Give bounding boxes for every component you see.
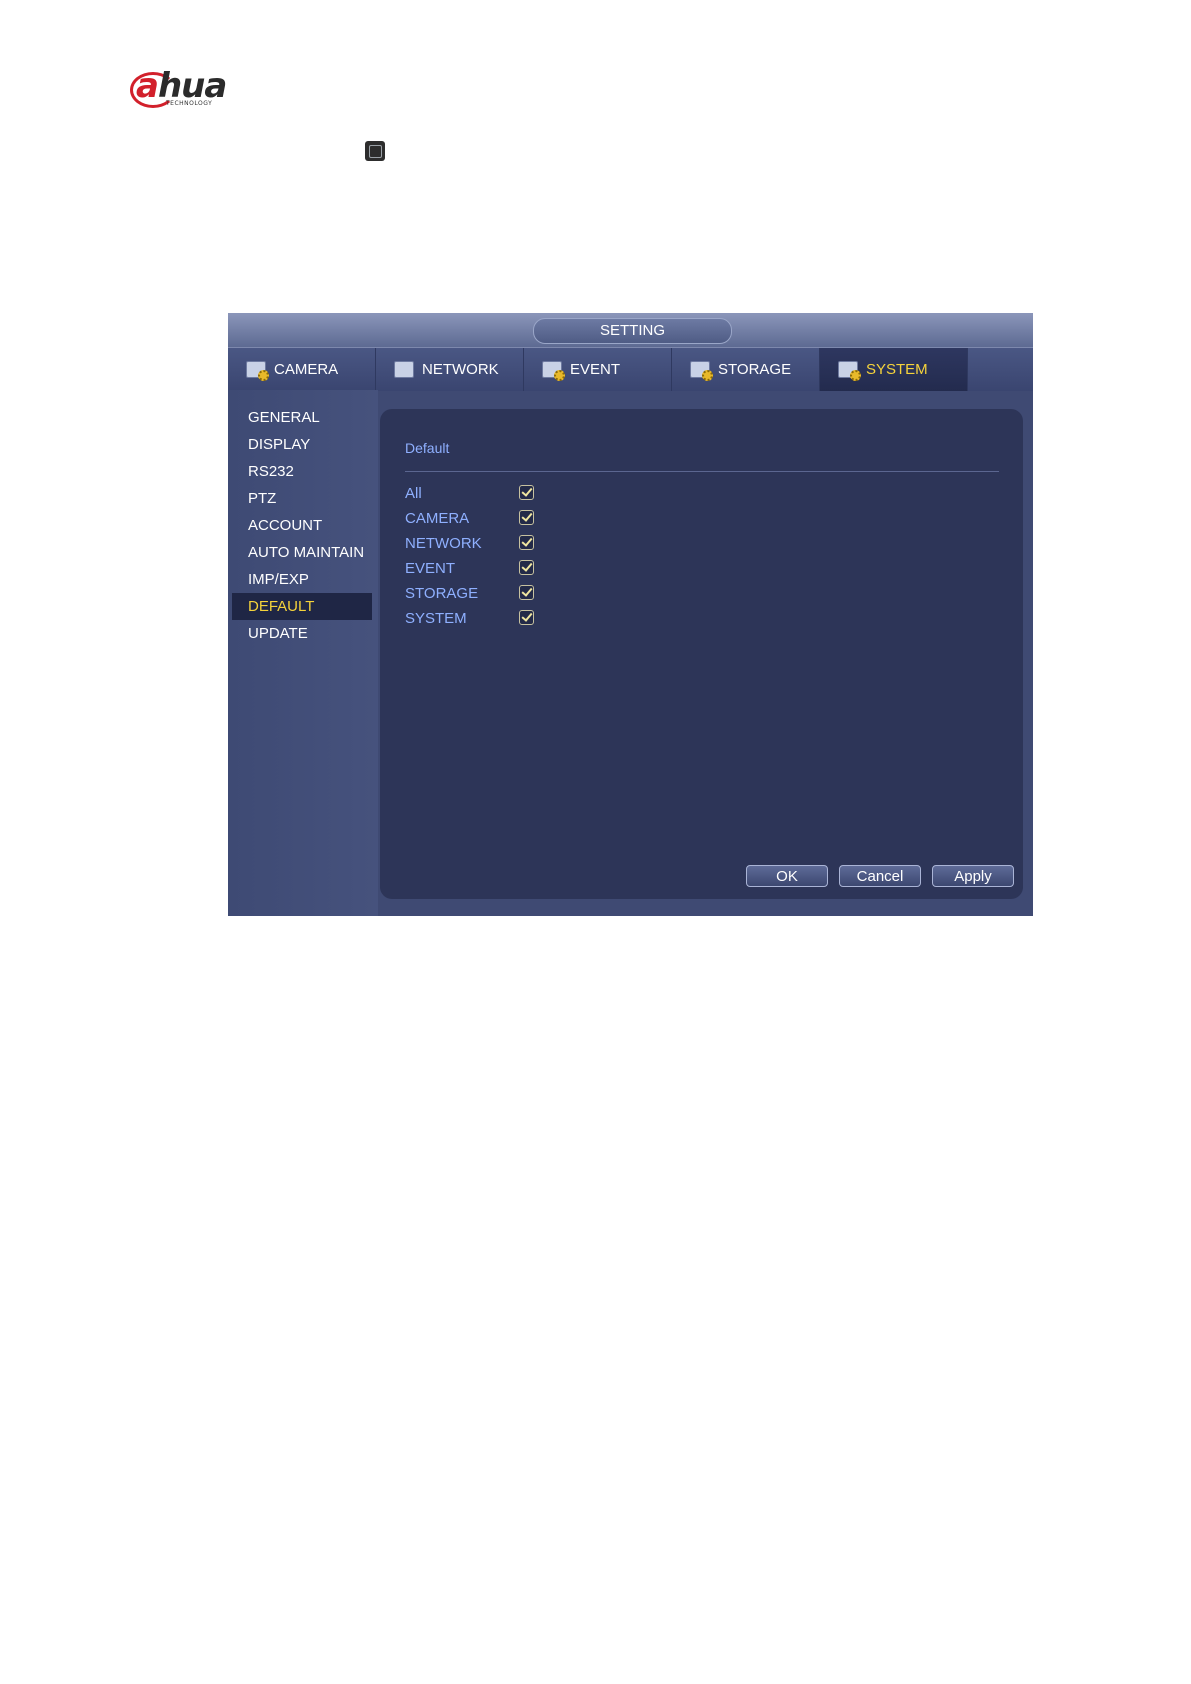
option-row-camera: CAMERA [405, 508, 605, 530]
sidebar-item-auto-maintain[interactable]: AUTO MAINTAIN [232, 539, 372, 566]
checkbox-all[interactable] [519, 485, 534, 500]
event-settings-icon [542, 359, 566, 381]
camera-settings-icon [246, 359, 270, 381]
ok-button[interactable]: OK [746, 865, 828, 887]
tab-event-label: EVENT [570, 361, 621, 378]
network-settings-icon [394, 359, 418, 381]
checkbox-event[interactable] [519, 560, 534, 575]
tab-storage-label: STORAGE [718, 361, 792, 378]
option-label-system: SYSTEM [405, 610, 467, 627]
option-label-storage: STORAGE [405, 585, 479, 602]
logo-wordmark-a: a [136, 66, 159, 106]
checkbox-storage[interactable] [519, 585, 534, 600]
main-tab-bar: CAMERA NETWORK EVENT STORAGE SYSTEM [228, 347, 1033, 391]
option-row-network: NETWORK [405, 533, 605, 555]
option-row-storage: STORAGE [405, 583, 605, 605]
window-title: SETTING [533, 318, 732, 344]
logo-subtitle: TECHNOLOGY [166, 100, 213, 107]
default-settings-panel: Default All CAMERA NETWORK EVENT STORAGE… [380, 409, 1023, 899]
checkbox-system[interactable] [519, 610, 534, 625]
system-sidebar: GENERAL DISPLAY RS232 PTZ ACCOUNT AUTO M… [228, 390, 378, 916]
sidebar-item-general[interactable]: GENERAL [232, 404, 372, 431]
dahua-logo: ahua TECHNOLOGY [130, 66, 260, 110]
sidebar-item-default[interactable]: DEFAULT [232, 593, 372, 620]
apply-button[interactable]: Apply [932, 865, 1014, 887]
sidebar-item-account[interactable]: ACCOUNT [232, 512, 372, 539]
storage-settings-icon [690, 359, 714, 381]
option-label-network: NETWORK [405, 535, 482, 552]
option-label-camera: CAMERA [405, 510, 470, 527]
tab-storage[interactable]: STORAGE [672, 348, 820, 391]
sidebar-item-rs232[interactable]: RS232 [232, 458, 372, 485]
window-titlebar: SETTING [228, 313, 1033, 347]
option-row-all: All [405, 483, 605, 505]
option-label-all: All [405, 485, 422, 502]
section-title: Default [405, 440, 450, 456]
sidebar-item-update[interactable]: UPDATE [232, 620, 372, 647]
sidebar-item-display[interactable]: DISPLAY [232, 431, 372, 458]
tab-camera[interactable]: CAMERA [228, 348, 376, 391]
system-settings-icon [838, 359, 862, 381]
tab-event[interactable]: EVENT [524, 348, 672, 391]
checkbox-glyph-icon [365, 141, 385, 161]
tab-camera-label: CAMERA [274, 361, 339, 378]
option-row-event: EVENT [405, 558, 605, 580]
settings-window: SETTING CAMERA NETWORK EVENT STORAGE SYS… [228, 313, 1033, 916]
option-label-event: EVENT [405, 560, 456, 577]
tab-system[interactable]: SYSTEM [820, 348, 968, 391]
option-row-system: SYSTEM [405, 608, 605, 630]
checkbox-network[interactable] [519, 535, 534, 550]
tab-system-label: SYSTEM [866, 361, 928, 378]
tab-network[interactable]: NETWORK [376, 348, 524, 391]
sidebar-item-ptz[interactable]: PTZ [232, 485, 372, 512]
sidebar-item-imp-exp[interactable]: IMP/EXP [232, 566, 372, 593]
section-divider [405, 471, 999, 472]
checkbox-camera[interactable] [519, 510, 534, 525]
cancel-button[interactable]: Cancel [839, 865, 921, 887]
tab-network-label: NETWORK [422, 361, 499, 378]
